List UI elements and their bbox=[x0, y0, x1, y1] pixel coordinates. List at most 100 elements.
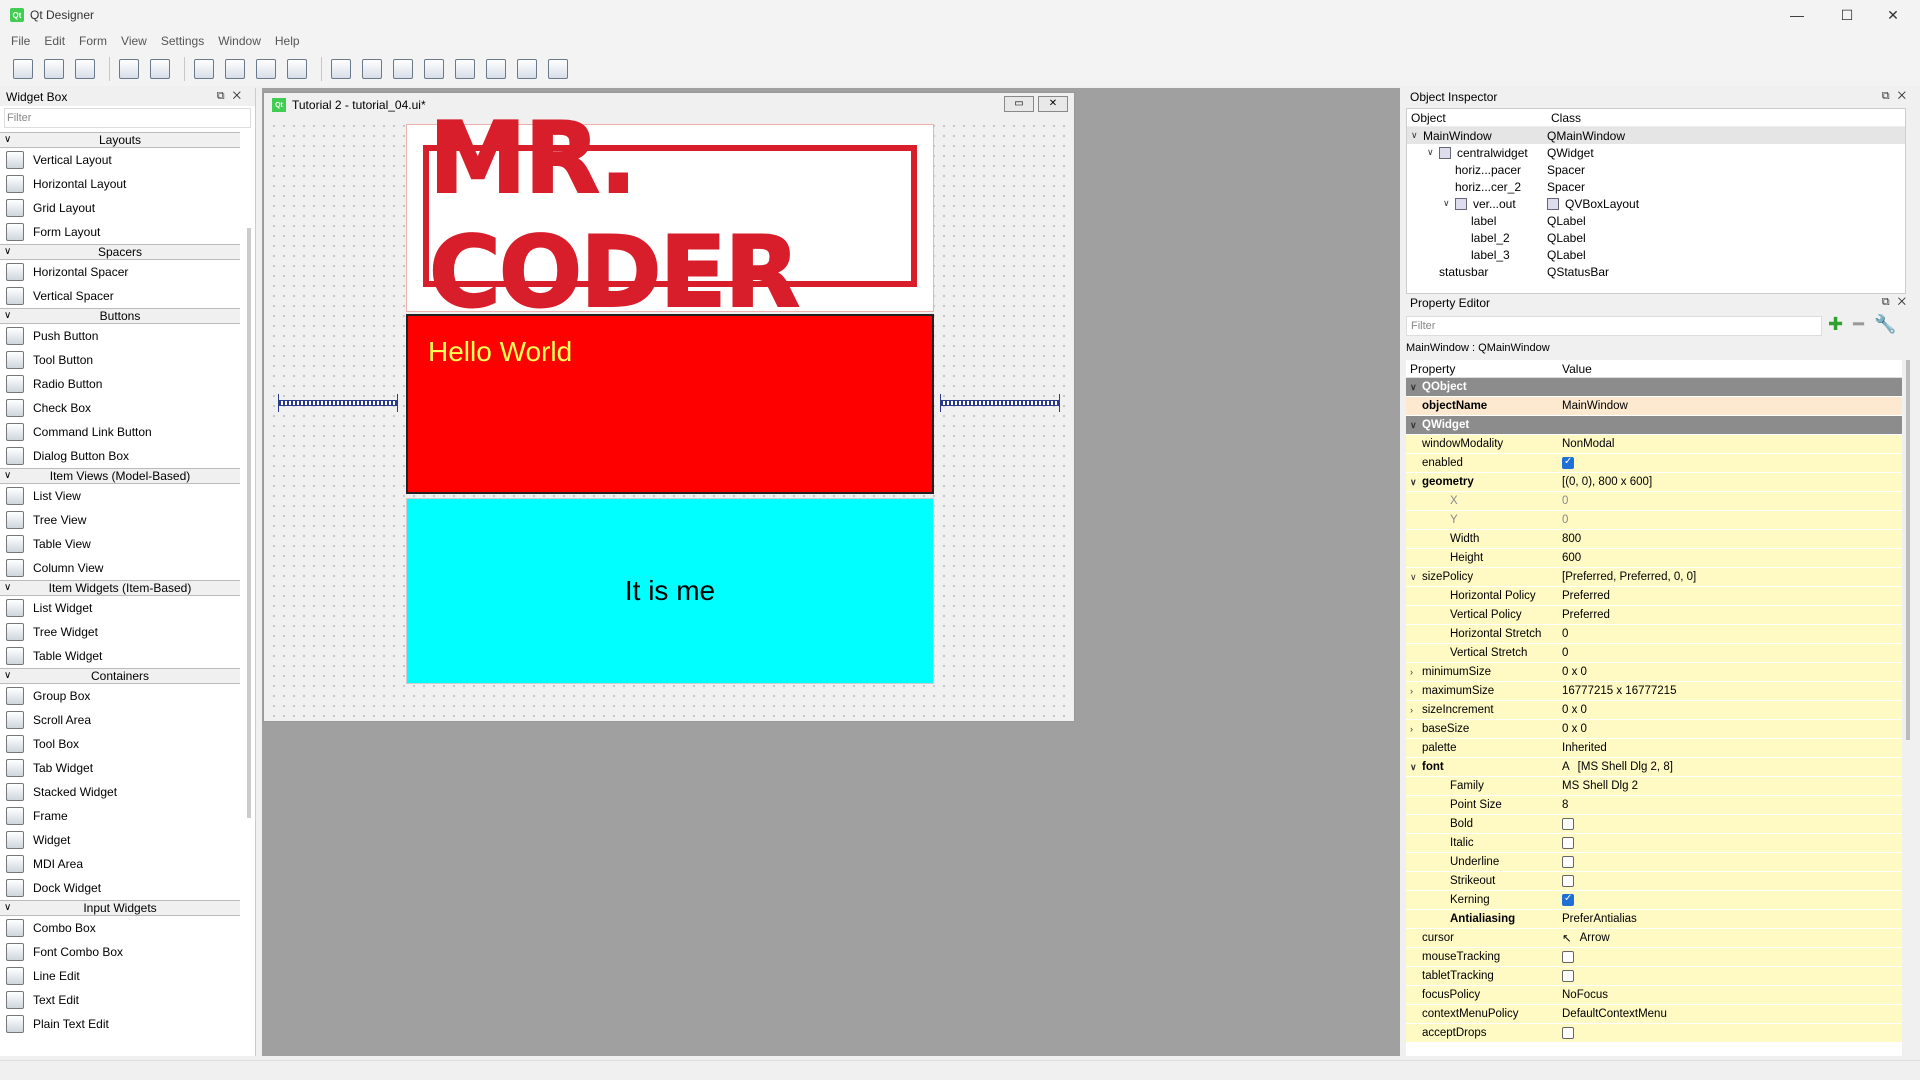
property-row-basesize[interactable]: › baseSize 0 x 0 bbox=[1406, 720, 1902, 739]
chevron-down-icon[interactable]: ∨ bbox=[1410, 420, 1422, 431]
break-layout-button[interactable] bbox=[514, 56, 540, 82]
widget-item-list-view[interactable]: List View bbox=[0, 484, 240, 508]
checkbox[interactable] bbox=[1562, 856, 1574, 868]
property-row-horizontal-stretch[interactable]: Horizontal Stretch 0 bbox=[1406, 625, 1902, 644]
widget-item-push-button[interactable]: Push Button bbox=[0, 324, 240, 348]
property-row-cursor[interactable]: cursor ↖ Arrow bbox=[1406, 929, 1902, 948]
checkbox[interactable] bbox=[1562, 951, 1574, 963]
configure-icon[interactable]: 🔧 bbox=[1874, 314, 1906, 334]
menu-edit[interactable]: Edit bbox=[37, 34, 72, 48]
property-value-cell[interactable]: 800 bbox=[1558, 530, 1902, 548]
property-editor-scrollbar[interactable] bbox=[1906, 360, 1910, 740]
widget-box-scrollbar[interactable] bbox=[247, 228, 251, 818]
widget-item-line-edit[interactable]: Line Edit bbox=[0, 964, 240, 988]
menu-help[interactable]: Help bbox=[268, 34, 307, 48]
widget-item-font-combo-box[interactable]: Font Combo Box bbox=[0, 940, 240, 964]
object-row-label[interactable]: label QLabel bbox=[1407, 212, 1905, 229]
property-value-cell[interactable]: MainWindow bbox=[1558, 397, 1902, 415]
lay-out-vertical-splitter-button[interactable] bbox=[421, 56, 447, 82]
property-value-cell[interactable] bbox=[1558, 815, 1902, 833]
property-value-cell[interactable] bbox=[1558, 834, 1902, 852]
property-value-cell[interactable] bbox=[1558, 454, 1902, 472]
property-value-cell[interactable]: MS Shell Dlg 2 bbox=[1558, 777, 1902, 795]
property-row-kerning[interactable]: Kerning bbox=[1406, 891, 1902, 910]
property-value-cell[interactable]: 0 bbox=[1558, 644, 1902, 662]
property-row-strikeout[interactable]: Strikeout bbox=[1406, 872, 1902, 891]
property-row-objectname[interactable]: objectName MainWindow bbox=[1406, 397, 1902, 416]
property-value-cell[interactable] bbox=[1558, 967, 1902, 985]
widget-item-table-view[interactable]: Table View bbox=[0, 532, 240, 556]
property-row-vertical-policy[interactable]: Vertical Policy Preferred bbox=[1406, 606, 1902, 625]
property-filter-input[interactable]: Filter bbox=[1406, 316, 1822, 336]
property-row-vertical-stretch[interactable]: Vertical Stretch 0 bbox=[1406, 644, 1902, 663]
checkbox[interactable] bbox=[1562, 837, 1574, 849]
property-row-mousetracking[interactable]: mouseTracking bbox=[1406, 948, 1902, 967]
property-row-sizepolicy[interactable]: ∨ sizePolicy [Preferred, Preferred, 0, 0] bbox=[1406, 568, 1902, 587]
category-item-views-model-based-[interactable]: ∨ Item Views (Model-Based) bbox=[0, 468, 240, 484]
widget-item-tool-box[interactable]: Tool Box bbox=[0, 732, 240, 756]
form-close-button[interactable]: ✕ bbox=[1038, 96, 1068, 112]
chevron-right-icon[interactable]: › bbox=[1410, 667, 1422, 677]
widget-item-tab-widget[interactable]: Tab Widget bbox=[0, 756, 240, 780]
property-value-cell[interactable] bbox=[1558, 891, 1902, 909]
label-2[interactable]: Hello World bbox=[406, 314, 934, 494]
property-row-tablettracking[interactable]: tabletTracking bbox=[1406, 967, 1902, 986]
remove-dynamic-property-icon[interactable]: ━ bbox=[1853, 314, 1874, 334]
dock-buttons[interactable]: ⧉✕ bbox=[1882, 90, 1914, 103]
horizontal-spacer-right[interactable] bbox=[940, 394, 1060, 412]
property-row-bold[interactable]: Bold bbox=[1406, 815, 1902, 834]
widget-item-vertical-layout[interactable]: Vertical Layout bbox=[0, 148, 240, 172]
send-to-back-button[interactable] bbox=[116, 56, 142, 82]
menu-view[interactable]: View bbox=[114, 34, 154, 48]
checkbox[interactable] bbox=[1562, 875, 1574, 887]
property-value-cell[interactable]: A [MS Shell Dlg 2, 8] bbox=[1558, 758, 1902, 776]
menu-window[interactable]: Window bbox=[211, 34, 268, 48]
lay-out-vertically-button[interactable] bbox=[359, 56, 385, 82]
checkbox[interactable] bbox=[1562, 970, 1574, 982]
object-row-label_3[interactable]: label_3 QLabel bbox=[1407, 246, 1905, 263]
new-form-button[interactable] bbox=[10, 56, 36, 82]
horizontal-spacer-left[interactable] bbox=[278, 394, 398, 412]
form-minimize-button[interactable]: ▭ bbox=[1004, 96, 1034, 112]
property-row-focuspolicy[interactable]: focusPolicy NoFocus bbox=[1406, 986, 1902, 1005]
widget-item-group-box[interactable]: Group Box bbox=[0, 684, 240, 708]
property-row-point-size[interactable]: Point Size 8 bbox=[1406, 796, 1902, 815]
property-row-x[interactable]: X0 bbox=[1406, 492, 1902, 511]
property-value-cell[interactable]: 0 bbox=[1558, 511, 1902, 529]
property-value-cell[interactable]: NoFocus bbox=[1558, 986, 1902, 1004]
edit-widgets-button[interactable] bbox=[191, 56, 217, 82]
property-row-palette[interactable]: palette Inherited bbox=[1406, 739, 1902, 758]
lay-out-form-button[interactable] bbox=[483, 56, 509, 82]
maximize-button[interactable]: ☐ bbox=[1824, 0, 1870, 30]
widget-item-dock-widget[interactable]: Dock Widget bbox=[0, 876, 240, 900]
property-value-cell[interactable]: Preferred bbox=[1558, 606, 1902, 624]
menu-settings[interactable]: Settings bbox=[154, 34, 211, 48]
widget-item-widget[interactable]: Widget bbox=[0, 828, 240, 852]
object-row-horiz-cer_2[interactable]: horiz...cer_2 Spacer bbox=[1407, 178, 1905, 195]
widget-item-radio-button[interactable]: Radio Button bbox=[0, 372, 240, 396]
adjust-size-button[interactable] bbox=[545, 56, 571, 82]
property-row-underline[interactable]: Underline bbox=[1406, 853, 1902, 872]
dock-buttons[interactable]: ⧉✕ bbox=[1882, 296, 1914, 309]
minimize-button[interactable]: — bbox=[1774, 0, 1820, 30]
widget-item-check-box[interactable]: Check Box bbox=[0, 396, 240, 420]
col-class[interactable]: Class bbox=[1547, 109, 1585, 126]
category-buttons[interactable]: ∨ Buttons bbox=[0, 308, 240, 324]
widget-item-command-link-button[interactable]: Command Link Button bbox=[0, 420, 240, 444]
object-row-horiz-pacer[interactable]: horiz...pacer Spacer bbox=[1407, 161, 1905, 178]
property-value-cell[interactable]: [(0, 0), 800 x 600] bbox=[1558, 473, 1902, 491]
property-value-cell[interactable]: 0 x 0 bbox=[1558, 663, 1902, 681]
checkbox[interactable] bbox=[1562, 893, 1574, 906]
chevron-icon[interactable]: ∨ bbox=[1411, 130, 1423, 141]
property-row-width[interactable]: Width 800 bbox=[1406, 530, 1902, 549]
open-form-button[interactable] bbox=[41, 56, 67, 82]
property-value-cell[interactable]: 600 bbox=[1558, 549, 1902, 567]
dock-buttons[interactable]: ⧉✕ bbox=[217, 90, 249, 103]
property-value-cell[interactable] bbox=[1558, 872, 1902, 890]
col-value[interactable]: Value bbox=[1558, 360, 1596, 377]
property-value-cell[interactable]: 0 bbox=[1558, 625, 1902, 643]
label-logo[interactable]: MR. CODER bbox=[406, 101, 934, 331]
checkbox[interactable] bbox=[1562, 1027, 1574, 1039]
chevron-icon[interactable]: ∨ bbox=[1443, 198, 1455, 209]
widget-item-horizontal-spacer[interactable]: Horizontal Spacer bbox=[0, 260, 240, 284]
